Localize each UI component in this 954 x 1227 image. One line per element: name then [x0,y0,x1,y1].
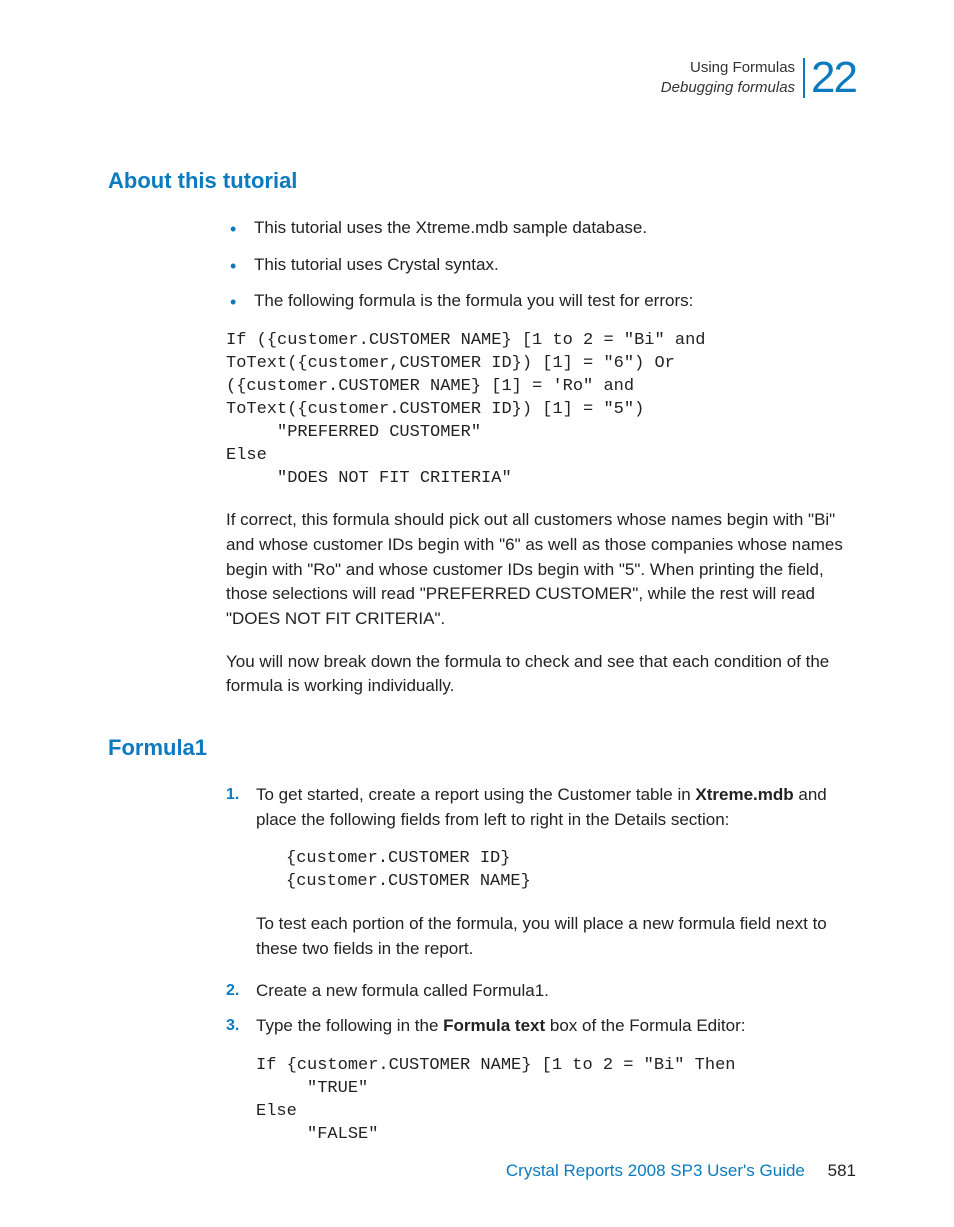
section-about-content: This tutorial uses the Xtreme.mdb sample… [226,216,856,699]
step-number: 1. [226,783,239,806]
page-footer: Crystal Reports 2008 SP3 User's Guide 58… [506,1161,856,1181]
code-block: If ({customer.CUSTOMER NAME} [1 to 2 = "… [226,330,856,491]
step-number: 2. [226,979,239,1002]
bullet-item: The following formula is the formula you… [226,289,856,314]
page: Using Formulas Debugging formulas 22 Abo… [0,0,954,1227]
step-text: To get started, create a report using th… [256,785,827,829]
step-item: 1. To get started, create a report using… [226,783,856,961]
bullet-item: This tutorial uses the Xtreme.mdb sample… [226,216,856,241]
code-block: {customer.CUSTOMER ID} {customer.CUSTOME… [286,848,856,894]
step-number: 3. [226,1014,239,1037]
chapter-number: 22 [803,58,856,98]
header-subsection: Debugging formulas [661,78,795,98]
header-section: Using Formulas [661,58,795,78]
body-paragraph: If correct, this formula should pick out… [226,508,856,631]
step-item: 3. Type the following in the Formula tex… [226,1014,856,1146]
section-formula1-content: 1. To get started, create a report using… [226,783,856,1146]
header-text: Using Formulas Debugging formulas [661,58,795,97]
step-text: Create a new formula called Formula1. [256,981,549,1000]
footer-guide-name: Crystal Reports 2008 SP3 User's Guide [506,1161,805,1180]
step-text: Type the following in the Formula text b… [256,1016,745,1035]
section-title-about: About this tutorial [108,168,856,194]
footer-page-number: 581 [828,1161,856,1180]
bullet-item: This tutorial uses Crystal syntax. [226,253,856,278]
step-item: 2. Create a new formula called Formula1. [226,979,856,1004]
body-paragraph: To test each portion of the formula, you… [256,912,856,961]
page-header: Using Formulas Debugging formulas 22 [108,58,856,108]
section-title-formula1: Formula1 [108,735,856,761]
step-sub-content: {customer.CUSTOMER ID} {customer.CUSTOME… [286,848,856,961]
bullet-list: This tutorial uses the Xtreme.mdb sample… [226,216,856,314]
steps-list: 1. To get started, create a report using… [226,783,856,1146]
body-paragraph: You will now break down the formula to c… [226,650,856,699]
code-block: If {customer.CUSTOMER NAME} [1 to 2 = "B… [256,1055,856,1147]
